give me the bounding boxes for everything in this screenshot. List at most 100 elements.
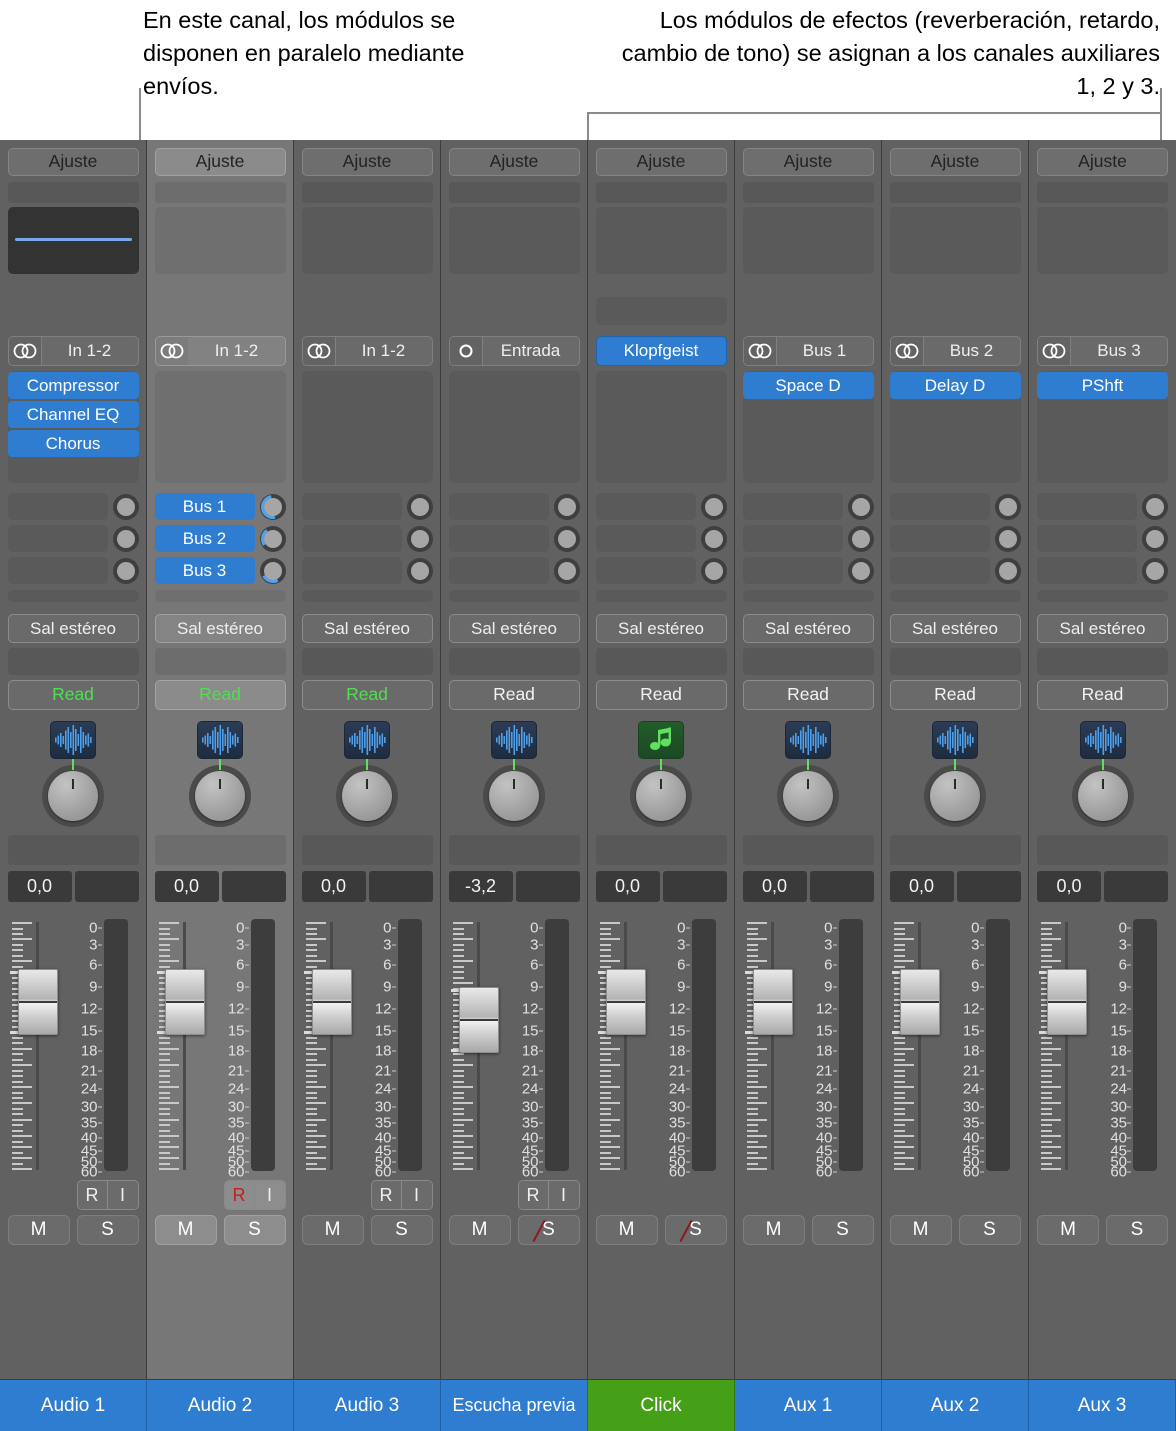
track-name-plate[interactable]: Escucha previa — [441, 1379, 588, 1431]
mute-button[interactable]: M — [8, 1215, 70, 1245]
send-row[interactable] — [302, 525, 433, 552]
group-slot[interactable] — [890, 648, 1021, 675]
pan-value-slot[interactable] — [8, 835, 139, 865]
fader-track[interactable] — [918, 922, 921, 1170]
level-value-row[interactable]: 0,0 — [890, 871, 1021, 902]
insert-slots[interactable] — [302, 371, 433, 483]
pan-control[interactable] — [449, 765, 580, 833]
volume-value[interactable]: 0,0 — [890, 871, 954, 902]
send-row[interactable] — [1037, 525, 1168, 552]
send-level-knob[interactable] — [995, 494, 1021, 520]
send-slots[interactable] — [302, 493, 433, 584]
volume-fader[interactable] — [753, 969, 793, 1035]
eq-thumbnail-slot[interactable] — [890, 182, 1021, 203]
setting-button[interactable]: Ajuste — [8, 148, 139, 176]
peak-value[interactable] — [810, 871, 874, 902]
send-destination[interactable] — [890, 493, 990, 520]
pan-value-slot[interactable] — [596, 835, 727, 865]
channel-strip-aux-3[interactable]: AjusteBus 3PShftSal estéreoRead0,0036912… — [1029, 140, 1176, 1431]
record-row[interactable]: RI — [449, 1180, 580, 1210]
send-level-knob[interactable] — [113, 526, 139, 552]
solo-button[interactable]: S — [812, 1215, 874, 1245]
volume-fader[interactable] — [312, 969, 352, 1035]
volume-fader[interactable] — [18, 969, 58, 1035]
track-name-plate[interactable]: Aux 3 — [1029, 1379, 1176, 1431]
output-button[interactable]: Sal estéreo — [743, 614, 874, 643]
pan-control[interactable] — [890, 765, 1021, 833]
channel-strip-audio-3[interactable]: AjusteIn 1-2Sal estéreoRead0,00369121518… — [294, 140, 441, 1431]
eq-display[interactable] — [8, 207, 139, 274]
level-value-row[interactable]: 0,0 — [1037, 871, 1168, 902]
mute-solo-row[interactable]: MS — [8, 1215, 139, 1247]
fader-track[interactable] — [36, 922, 39, 1170]
mute-solo-row[interactable]: MS — [743, 1215, 874, 1247]
pan-control[interactable] — [596, 765, 727, 833]
volume-fader[interactable] — [165, 969, 205, 1035]
output-button[interactable]: Sal estéreo — [449, 614, 580, 643]
send-level-knob[interactable] — [407, 558, 433, 584]
level-value-row[interactable]: 0,0 — [155, 871, 286, 902]
send-row[interactable] — [302, 493, 433, 520]
record-enable-button[interactable]: R — [372, 1181, 402, 1209]
input-slot[interactable]: Entrada — [449, 336, 580, 366]
insert-slots[interactable]: Delay D — [890, 371, 1021, 483]
send-level-knob[interactable] — [701, 558, 727, 584]
fader-track[interactable] — [1065, 922, 1068, 1170]
pan-value-slot[interactable] — [890, 835, 1021, 865]
solo-button[interactable]: S — [518, 1215, 580, 1245]
record-row[interactable]: RI — [302, 1180, 433, 1210]
output-button[interactable]: Sal estéreo — [155, 614, 286, 643]
fader-and-meter[interactable]: 03691215182124303540455060 — [596, 914, 727, 1176]
solo-button[interactable]: S — [224, 1215, 286, 1245]
pan-control[interactable] — [302, 765, 433, 833]
stereo-icon[interactable] — [891, 337, 924, 365]
peak-value[interactable] — [222, 871, 286, 902]
volume-value[interactable]: 0,0 — [743, 871, 807, 902]
input-slot[interactable]: In 1-2 — [302, 336, 433, 366]
insert-slots[interactable]: Space D — [743, 371, 874, 483]
send-extra-slot[interactable] — [743, 590, 874, 602]
input-slot[interactable]: In 1-2 — [8, 336, 139, 366]
pan-value-slot[interactable] — [449, 835, 580, 865]
solo-button[interactable]: S — [1106, 1215, 1168, 1245]
pan-control[interactable] — [1037, 765, 1168, 833]
send-extra-slot[interactable] — [155, 590, 286, 602]
send-extra-slot[interactable] — [449, 590, 580, 602]
send-destination[interactable] — [449, 557, 549, 584]
pan-knob[interactable] — [483, 765, 545, 827]
send-destination[interactable] — [302, 525, 402, 552]
automation-mode-button[interactable]: Read — [155, 680, 286, 710]
mute-solo-row[interactable]: MS — [596, 1215, 727, 1247]
send-row[interactable] — [743, 525, 874, 552]
waveform-icon[interactable] — [1080, 721, 1126, 759]
volume-value[interactable]: -3,2 — [449, 871, 513, 902]
send-destination[interactable] — [596, 493, 696, 520]
insert-plugin[interactable]: Chorus — [8, 430, 139, 457]
solo-button[interactable]: S — [77, 1215, 139, 1245]
send-destination[interactable] — [890, 525, 990, 552]
input-monitor-button[interactable]: I — [255, 1181, 285, 1209]
eq-thumbnail-slot[interactable] — [155, 182, 286, 203]
send-level-knob[interactable] — [554, 494, 580, 520]
level-value-row[interactable]: 0,0 — [743, 871, 874, 902]
setting-button[interactable]: Ajuste — [1037, 148, 1168, 176]
send-level-knob[interactable] — [407, 494, 433, 520]
record-enable-button[interactable]: R — [519, 1181, 549, 1209]
send-level-knob[interactable] — [995, 558, 1021, 584]
fader-track[interactable] — [330, 922, 333, 1170]
send-level-knob[interactable] — [113, 494, 139, 520]
mute-button[interactable]: M — [890, 1215, 952, 1245]
send-row[interactable] — [890, 493, 1021, 520]
send-row[interactable] — [8, 493, 139, 520]
send-extra-slot[interactable] — [8, 590, 139, 602]
eq-display[interactable] — [155, 207, 286, 274]
waveform-icon[interactable] — [50, 721, 96, 759]
send-row[interactable] — [743, 493, 874, 520]
send-destination[interactable] — [1037, 557, 1137, 584]
channel-strip-audio-1[interactable]: AjusteIn 1-2CompressorChannel EQChorusSa… — [0, 140, 147, 1431]
pan-control[interactable] — [8, 765, 139, 833]
setting-button[interactable]: Ajuste — [155, 148, 286, 176]
mute-solo-row[interactable]: MS — [449, 1215, 580, 1247]
volume-fader[interactable] — [900, 969, 940, 1035]
insert-plugin[interactable]: PShft — [1037, 372, 1168, 399]
